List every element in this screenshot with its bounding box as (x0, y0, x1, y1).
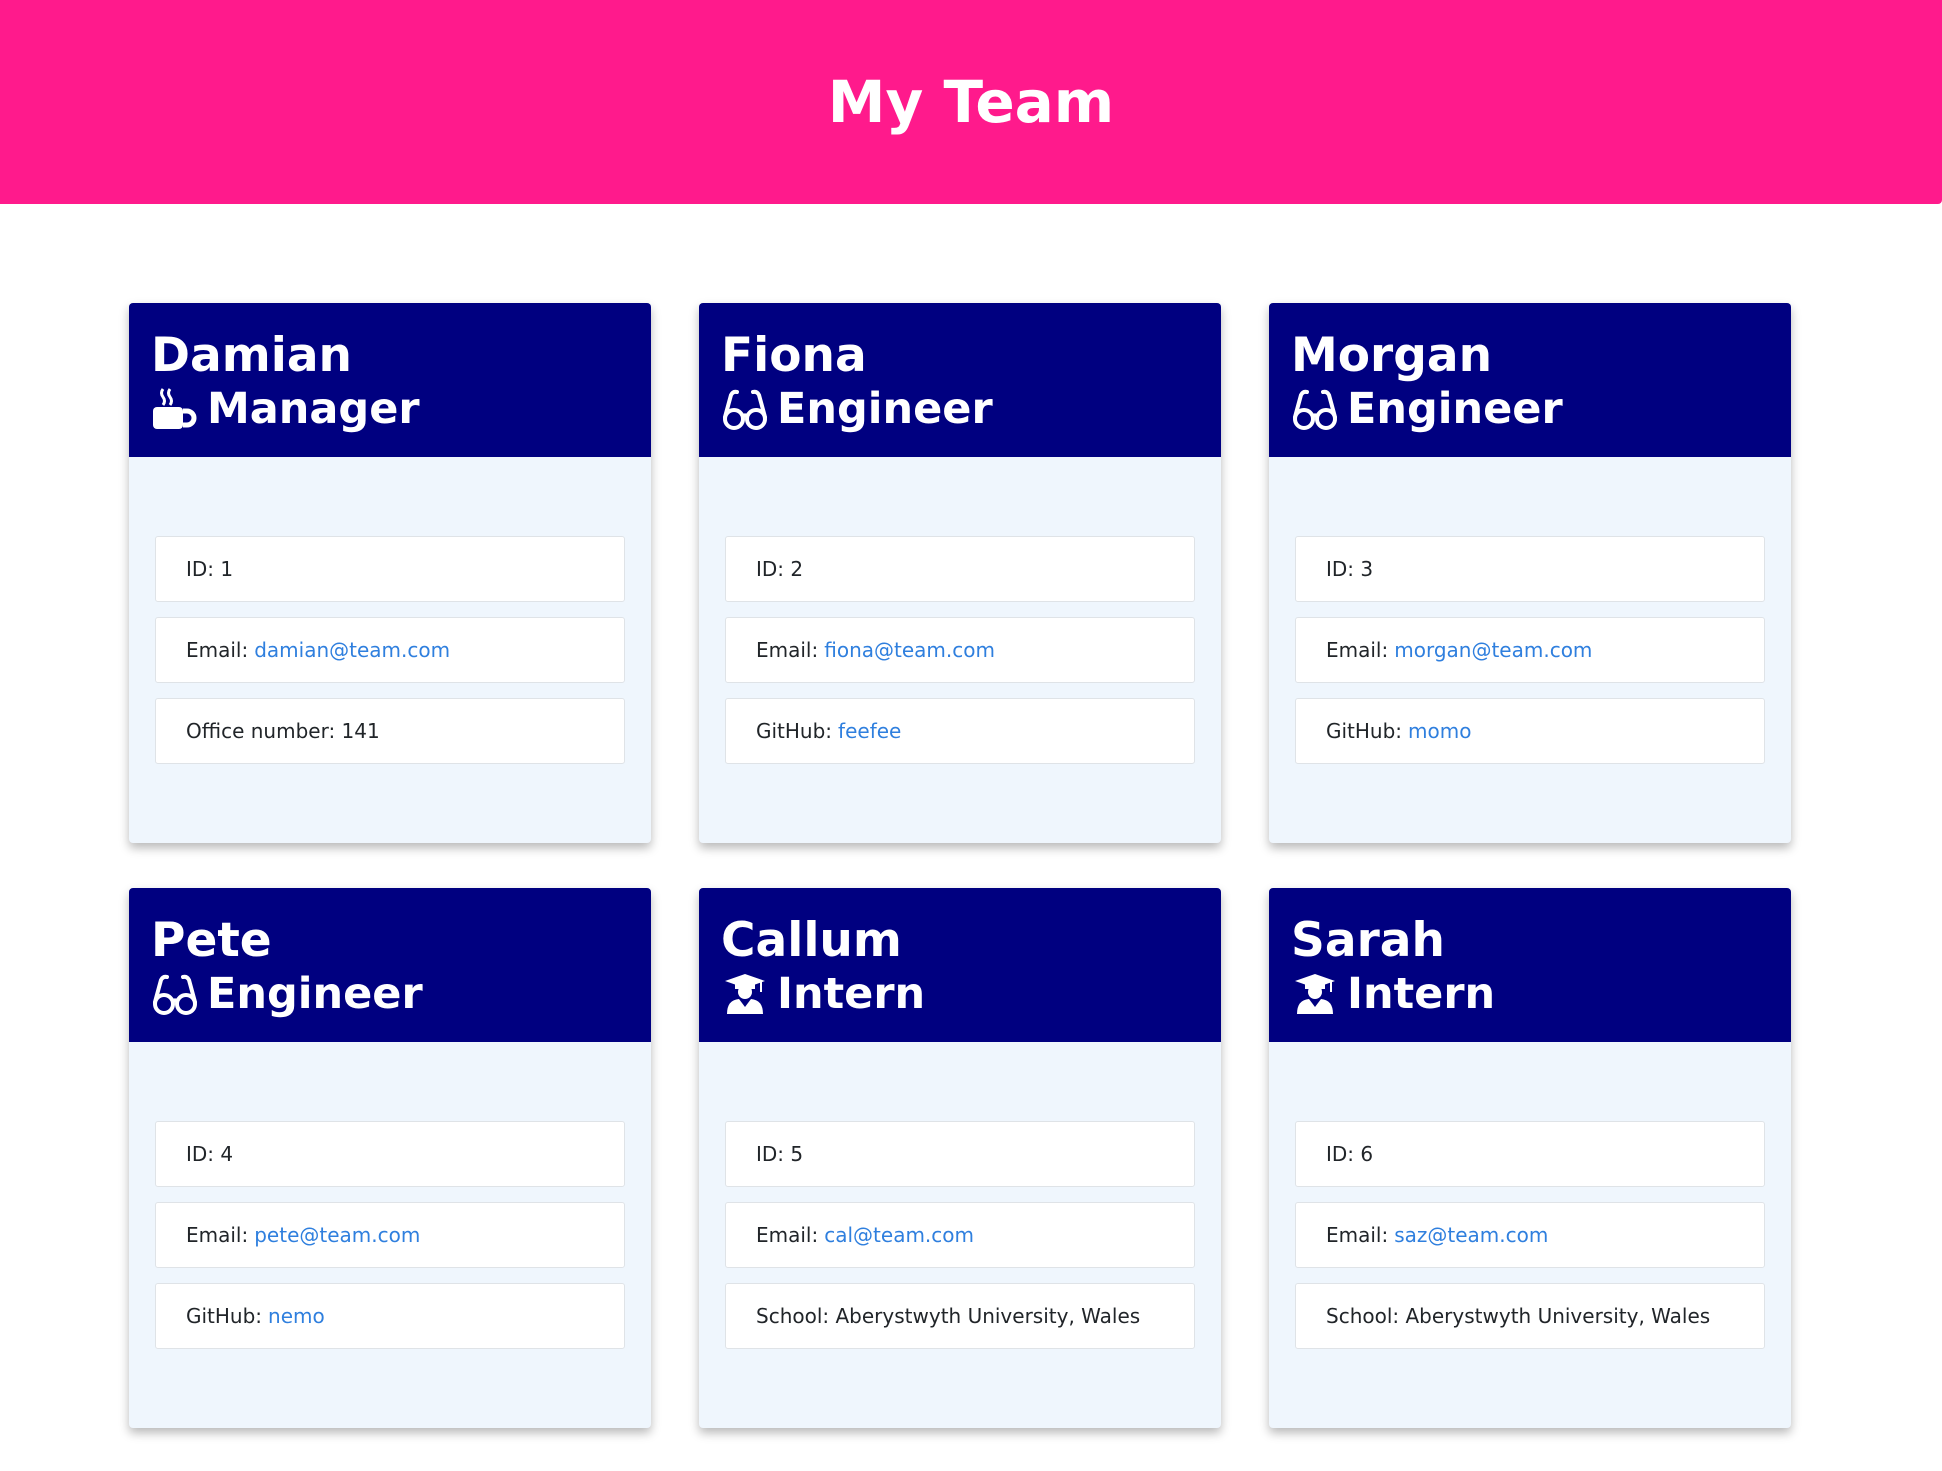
email-link[interactable]: damian@team.com (254, 638, 450, 662)
email-row: Email: cal@team.com (725, 1202, 1195, 1268)
info-list: ID: 3 Email: morgan@team.com GitHub: momo (1295, 536, 1765, 779)
role-label: Manager (207, 384, 420, 434)
employee-role: Intern (1291, 968, 1791, 1020)
email-row: Email: morgan@team.com (1295, 617, 1765, 683)
page-header: My Team (0, 0, 1942, 204)
github-label: GitHub: (186, 1304, 263, 1328)
employee-card-damian: Damian Manager ID: 1 Email: damian@team.c… (129, 303, 651, 843)
role-label: Intern (777, 969, 926, 1019)
email-link[interactable]: fiona@team.com (824, 638, 995, 662)
employee-role: Manager (151, 383, 651, 435)
glasses-icon (151, 972, 199, 1016)
id-row: ID: 2 (725, 536, 1195, 602)
glasses-icon (721, 387, 769, 431)
office-text: Office number: 141 (186, 719, 380, 743)
id-text: ID: 3 (1326, 557, 1374, 581)
employee-role: Intern (721, 968, 1221, 1020)
github-row: GitHub: feefee (725, 698, 1195, 764)
school-text: School: Aberystwyth University, Wales (1326, 1304, 1711, 1328)
id-text: ID: 2 (756, 557, 804, 581)
office-row: Office number: 141 (155, 698, 625, 764)
card-header: Callum Intern (699, 888, 1221, 1042)
github-row: GitHub: nemo (155, 1283, 625, 1349)
github-link[interactable]: feefee (838, 719, 901, 743)
employee-card-callum: Callum Intern ID: 5 Email: cal@team.com S… (699, 888, 1221, 1428)
employee-role: Engineer (151, 968, 651, 1020)
role-label: Intern (1347, 969, 1496, 1019)
graduate-icon (721, 972, 769, 1016)
page-title: My Team (827, 68, 1115, 136)
card-header: Morgan Engineer (1269, 303, 1791, 457)
github-link[interactable]: nemo (268, 1304, 325, 1328)
email-label: Email: (186, 638, 249, 662)
school-text: School: Aberystwyth University, Wales (756, 1304, 1141, 1328)
info-list: ID: 2 Email: fiona@team.com GitHub: feefee (725, 536, 1195, 779)
id-row: ID: 5 (725, 1121, 1195, 1187)
employee-name: Pete (151, 913, 272, 968)
role-label: Engineer (777, 384, 993, 434)
school-row: School: Aberystwyth University, Wales (725, 1283, 1195, 1349)
role-label: Engineer (207, 969, 423, 1019)
id-text: ID: 4 (186, 1142, 234, 1166)
employee-name: Callum (721, 913, 902, 968)
id-row: ID: 4 (155, 1121, 625, 1187)
email-row: Email: saz@team.com (1295, 1202, 1765, 1268)
github-link[interactable]: momo (1408, 719, 1471, 743)
github-row: GitHub: momo (1295, 698, 1765, 764)
coffee-mug-icon (151, 387, 199, 431)
email-row: Email: pete@team.com (155, 1202, 625, 1268)
email-link[interactable]: morgan@team.com (1394, 638, 1592, 662)
email-label: Email: (1326, 638, 1389, 662)
employee-name: Fiona (721, 328, 867, 383)
email-label: Email: (756, 638, 819, 662)
github-label: GitHub: (756, 719, 833, 743)
id-row: ID: 3 (1295, 536, 1765, 602)
employee-card-morgan: Morgan Engineer ID: 3 Email: morgan@team.… (1269, 303, 1791, 843)
email-link[interactable]: pete@team.com (254, 1223, 420, 1247)
employee-card-sarah: Sarah Intern ID: 6 Email: saz@team.com Sc… (1269, 888, 1791, 1428)
card-header: Fiona Engineer (699, 303, 1221, 457)
id-row: ID: 1 (155, 536, 625, 602)
school-row: School: Aberystwyth University, Wales (1295, 1283, 1765, 1349)
role-label: Engineer (1347, 384, 1563, 434)
employee-role: Engineer (1291, 383, 1791, 435)
employee-name: Sarah (1291, 913, 1445, 968)
info-list: ID: 4 Email: pete@team.com GitHub: nemo (155, 1121, 625, 1364)
id-text: ID: 5 (756, 1142, 804, 1166)
github-label: GitHub: (1326, 719, 1403, 743)
id-row: ID: 6 (1295, 1121, 1765, 1187)
info-list: ID: 6 Email: saz@team.com School: Aberyst… (1295, 1121, 1765, 1364)
employee-role: Engineer (721, 383, 1221, 435)
email-link[interactable]: saz@team.com (1394, 1223, 1548, 1247)
employee-name: Morgan (1291, 328, 1493, 383)
graduate-icon (1291, 972, 1339, 1016)
email-link[interactable]: cal@team.com (824, 1223, 974, 1247)
employee-name: Damian (151, 328, 352, 383)
card-header: Sarah Intern (1269, 888, 1791, 1042)
card-header: Damian Manager (129, 303, 651, 457)
email-label: Email: (1326, 1223, 1389, 1247)
glasses-icon (1291, 387, 1339, 431)
email-row: Email: damian@team.com (155, 617, 625, 683)
info-list: ID: 1 Email: damian@team.com Office numbe… (155, 536, 625, 779)
email-label: Email: (186, 1223, 249, 1247)
email-row: Email: fiona@team.com (725, 617, 1195, 683)
email-label: Email: (756, 1223, 819, 1247)
employee-card-fiona: Fiona Engineer ID: 2 Email: fiona@team.co… (699, 303, 1221, 843)
info-list: ID: 5 Email: cal@team.com School: Aberyst… (725, 1121, 1195, 1364)
card-header: Pete Engineer (129, 888, 651, 1042)
id-text: ID: 6 (1326, 1142, 1374, 1166)
employee-card-pete: Pete Engineer ID: 4 Email: pete@team.com … (129, 888, 651, 1428)
id-text: ID: 1 (186, 557, 234, 581)
